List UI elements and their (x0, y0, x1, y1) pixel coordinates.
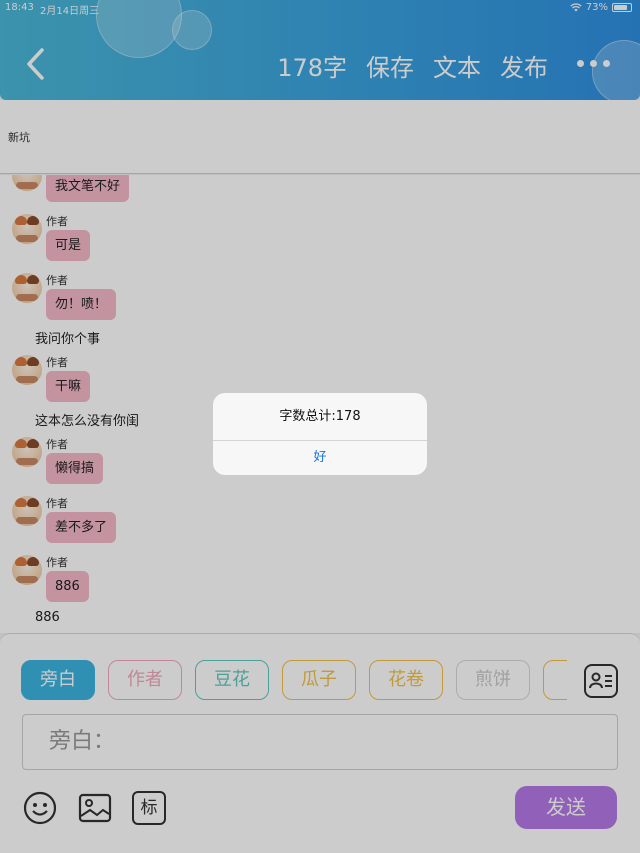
alert-ok-button[interactable]: 好 (213, 441, 427, 475)
word-count-alert: 字数总计:178 好 (213, 393, 427, 475)
alert-message: 字数总计:178 (279, 409, 361, 424)
